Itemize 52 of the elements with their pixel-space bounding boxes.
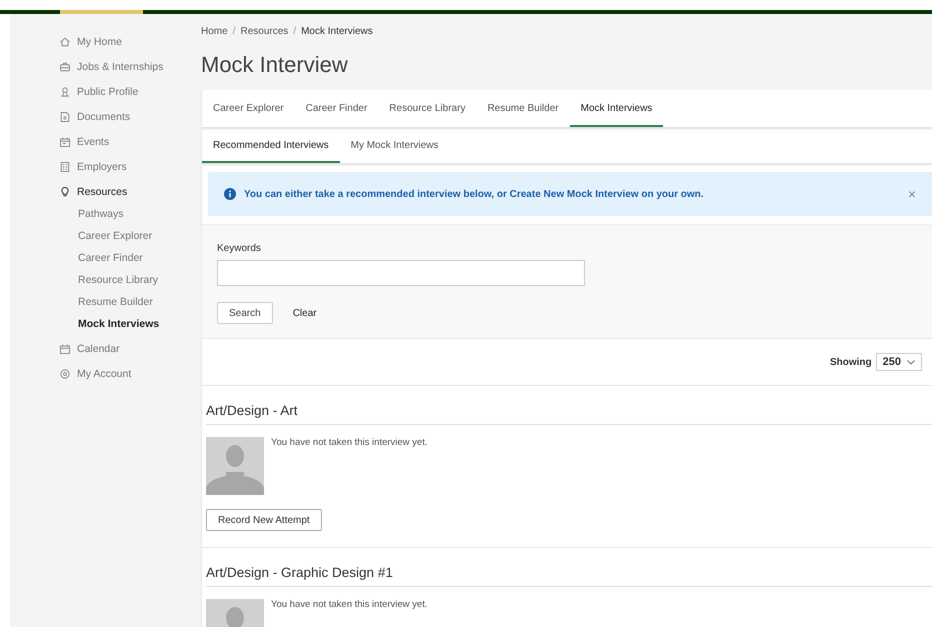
page-size-select[interactable]: 250 bbox=[876, 353, 922, 371]
person-icon bbox=[59, 86, 71, 98]
field-label: Keywords bbox=[217, 243, 262, 254]
sidebar-item[interactable]: Events bbox=[10, 129, 190, 154]
breadcrumb-link[interactable]: Resources bbox=[240, 26, 288, 40]
calendar-icon bbox=[59, 136, 71, 148]
sidebar-item[interactable]: My Account bbox=[10, 361, 190, 386]
breadcrumb-separator: / bbox=[293, 26, 296, 39]
sidebar-item[interactable]: My Home bbox=[10, 29, 190, 54]
breadcrumb-current: Mock Interviews bbox=[301, 26, 373, 39]
sidebar-item[interactable]: Resources bbox=[10, 179, 190, 204]
subtab[interactable]: My Mock Interviews bbox=[340, 130, 450, 163]
record-attempt-button[interactable]: Record New Attempt bbox=[206, 509, 322, 531]
search-button[interactable]: Search bbox=[217, 302, 273, 324]
sidebar-subitem[interactable]: Career Explorer bbox=[10, 226, 190, 248]
gear-icon bbox=[59, 368, 71, 380]
sidebar-item[interactable]: Public Profile bbox=[10, 79, 190, 104]
tab[interactable]: Resource Library bbox=[378, 92, 476, 127]
interview-title: Art/Design - Art bbox=[206, 403, 932, 425]
sidebar-item[interactable]: Employers bbox=[10, 154, 190, 179]
chevron-down-icon bbox=[907, 360, 915, 364]
keywords-input[interactable] bbox=[217, 260, 585, 286]
interview-title: Art/Design - Graphic Design #1 bbox=[206, 565, 932, 587]
info-icon bbox=[224, 188, 236, 200]
sidebar-subitem[interactable]: Resource Library bbox=[10, 270, 190, 292]
avatar-placeholder bbox=[206, 437, 264, 495]
briefcase-icon bbox=[59, 60, 71, 72]
sidebar-subitem[interactable]: Mock Interviews bbox=[10, 314, 190, 336]
sidebar-item[interactable]: Documents bbox=[10, 104, 190, 129]
building-icon bbox=[59, 160, 71, 172]
breadcrumb-separator: / bbox=[232, 26, 236, 39]
tab[interactable]: Resume Builder bbox=[476, 92, 570, 127]
sidebar-item[interactable]: Jobs & Internships bbox=[10, 54, 190, 79]
showing-label: Showing bbox=[830, 356, 872, 368]
lightbulb-icon bbox=[59, 186, 71, 198]
sidebar-item[interactable]: Calendar bbox=[10, 336, 190, 361]
page-title: Mock Interview bbox=[201, 52, 349, 79]
alert-message: You can either take a recommended interview below, or Create New Mock Interview on your own. bbox=[244, 188, 705, 200]
interview-status: You have not taken this interview yet. bbox=[271, 437, 428, 450]
tab[interactable]: Career Explorer bbox=[202, 92, 295, 127]
clear-button[interactable]: Clear bbox=[286, 306, 323, 320]
sidebar-subitem[interactable]: Resume Builder bbox=[10, 292, 190, 314]
sidebar-subitem[interactable]: Pathways bbox=[10, 204, 190, 226]
calendar-icon bbox=[59, 342, 71, 354]
sidebar-subitem[interactable]: Career Finder bbox=[10, 248, 190, 270]
tab[interactable]: Mock Interviews bbox=[570, 92, 664, 127]
interview-status: You have not taken this interview yet. bbox=[271, 599, 428, 612]
tab[interactable]: Career Finder bbox=[294, 92, 378, 127]
subtab[interactable]: Recommended Interviews bbox=[202, 130, 340, 163]
breadcrumb-link[interactable]: Home bbox=[201, 26, 228, 40]
home-icon bbox=[59, 36, 71, 48]
document-icon bbox=[59, 110, 71, 122]
